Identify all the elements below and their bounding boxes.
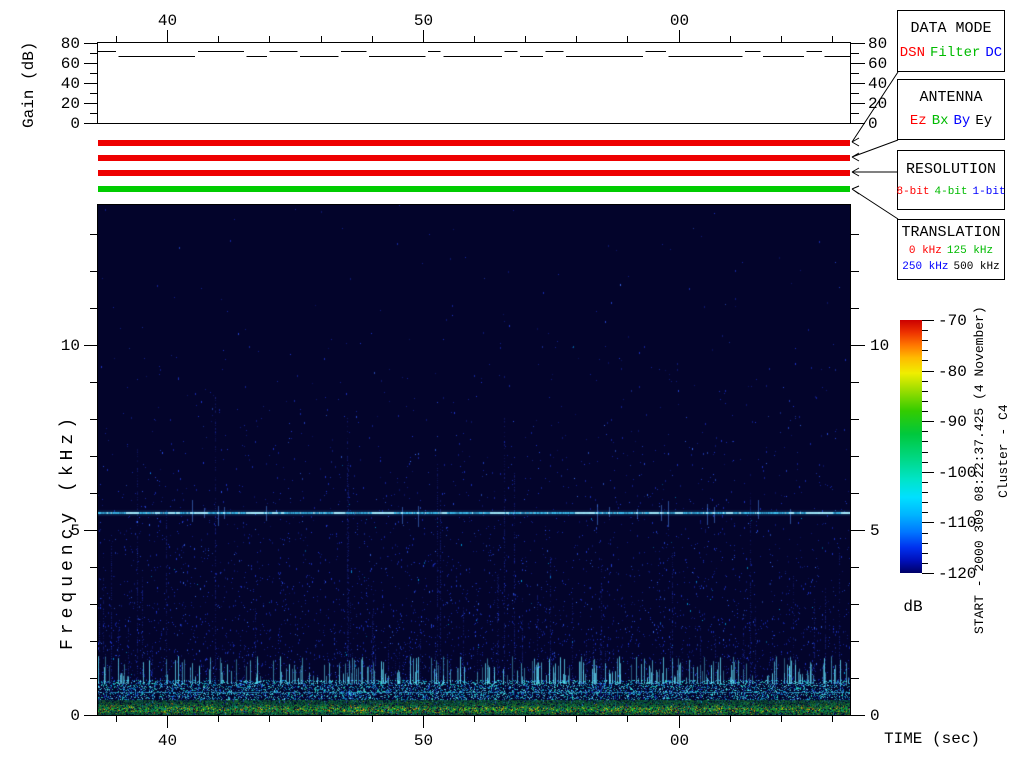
gain-trace [98,43,850,123]
status-box-title: TRANSLATION [901,224,1000,241]
gain-tick-label: 0 [868,115,878,133]
gain-axis-title: Gain (dB) [20,42,38,128]
option-0-khz: 0 kHz [909,245,942,258]
gain-tick-label: 20 [61,95,80,113]
gain-tick-label: 40 [61,75,80,93]
time-tick-label: 40 [158,12,177,30]
spacecraft-annotation: Cluster - C4 [996,404,1011,498]
status-bar-resolution [98,170,850,176]
status-box-options: Ez Bx ByEy [910,113,992,130]
cluster-wbd-spectrogram-display: Gain (dB) Frequency (kHz) TIME (sec) dB … [0,0,1024,768]
gain-tick-label: 80 [61,35,80,53]
gain-tick-label: 0 [70,115,80,133]
connector-arrow-resolution [852,168,898,176]
freq-tick-label: 0 [870,707,880,725]
option-8-bit: 8-bit [896,186,929,199]
spectrogram-frame [97,204,851,716]
freq-tick-label: 0 [70,707,80,725]
option-125-khz: 125 kHz [947,245,993,258]
status-box-title: RESOLUTION [906,161,996,178]
option-500-khz: 500 kHz [954,261,1000,274]
colorbar-unit-label: dB [903,598,922,616]
colorbar-tick-label: -120 [938,565,976,583]
status-bar-antenna [98,155,850,161]
status-box-options: 0 kHz 125 kHz [909,245,993,258]
status-box-title: DATA MODE [910,20,991,37]
gain-tick-label: 20 [868,95,887,113]
colorbar-tick-label: -90 [938,413,967,431]
status-box-translation: TRANSLATION 0 kHz 125 kHz 250 kHz 500 kHz [897,219,1005,280]
gain-top-time-ruler [98,0,850,43]
option-4-bit: 4-bit [935,186,968,199]
status-box-options: 250 kHz 500 kHz [902,261,999,274]
option-ez: Ez [910,113,927,130]
gain-tick-label: 40 [868,75,887,93]
status-bar-translation [98,186,850,192]
gain-tick-label: 80 [868,35,887,53]
status-bar-data-mode [98,140,850,146]
freq-left-axis-ticks [84,205,98,716]
time-tick-label: 00 [670,732,689,750]
spectrogram-bottom-time-axis [98,716,850,736]
colorbar-tick-label: -80 [938,363,967,381]
freq-right-axis-ticks [851,205,866,716]
freq-tick-label: 5 [870,522,880,540]
colorbar-gradient [900,320,922,573]
colorbar-tick-label: -70 [938,312,967,330]
freq-tick-label: 10 [870,337,889,355]
status-box-antenna: ANTENNA Ez Bx ByEy [897,79,1005,140]
time-tick-label: 40 [158,732,177,750]
option-ey: Ey [975,113,992,130]
time-axis-title: TIME (sec) [884,730,980,748]
option-filter: Filter [930,45,980,62]
status-box-resolution: RESOLUTION 8-bit 4-bit 1-bit [897,150,1005,210]
colorbar-ticks [922,320,938,574]
gain-tick-label: 60 [868,55,887,73]
status-box-options: 8-bit 4-bit 1-bit [896,186,1005,199]
option-dsn: DSN [900,45,925,62]
status-box-options: DSN Filter DC [900,45,1002,62]
option-by: By [954,113,971,130]
connector-arrow-antenna [852,140,898,161]
gain-left-axis-ticks [84,43,98,124]
status-box-title: ANTENNA [919,89,982,106]
status-box-data-mode: DATA MODE DSN Filter DC [897,10,1005,72]
gain-tick-label: 60 [61,55,80,73]
gain-right-axis-ticks [851,43,866,124]
time-tick-label: 00 [670,12,689,30]
time-tick-label: 50 [414,12,433,30]
freq-tick-label: 5 [70,522,80,540]
spectrogram-canvas [98,205,850,715]
option-bx: Bx [932,113,949,130]
option-250-khz: 250 kHz [902,261,948,274]
time-tick-label: 50 [414,732,433,750]
freq-tick-label: 10 [61,337,80,355]
option-dc: DC [985,45,1002,62]
colorbar-tick-label: -110 [938,514,976,532]
option-1-bit: 1-bit [973,186,1006,199]
colorbar-tick-label: -100 [938,464,976,482]
